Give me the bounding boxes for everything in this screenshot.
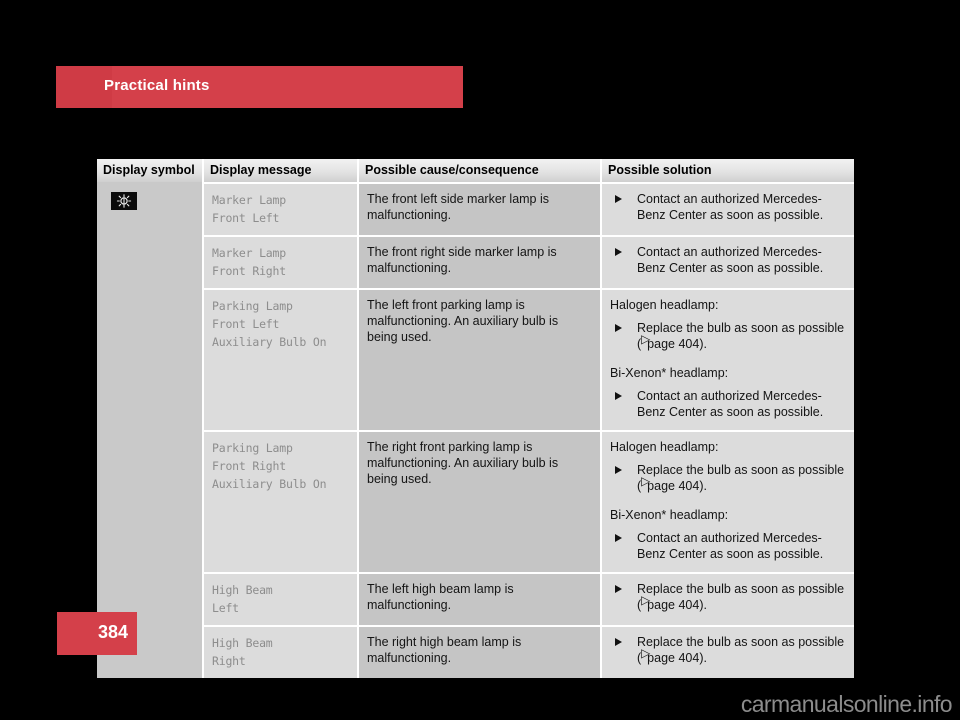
bullet-triangle-icon	[615, 466, 622, 474]
possible-solution-cell: Replace the bulb as soon as possible (pa…	[601, 625, 854, 678]
table-row: High Beam Left The left high beam lamp is …	[97, 572, 854, 626]
display-message-cell: Marker Lamp Front Left	[203, 182, 359, 236]
possible-cause-text: The right front parking lamp is malfunct…	[367, 440, 559, 486]
possible-cause-cell: The right front parking lamp is malfunct…	[358, 430, 602, 573]
section-title: Practical hints	[104, 77, 210, 94]
possible-solution-cell: Halogen headlamp: Replace the bulb as soo…	[601, 430, 854, 573]
page-number-badge: 384	[57, 612, 137, 655]
solution-bullet-item: Contact an authorized Mercedes-Benz Cent…	[610, 530, 846, 562]
column-header-possible-solution: Possible solution	[601, 159, 854, 183]
display-message-line: Marker Lamp	[212, 193, 286, 207]
solution-text-tail: ).	[699, 479, 707, 493]
table-row: High Beam Right The right high beam lamp i…	[97, 625, 854, 678]
solution-bullet-item: Contact an authorized Mercedes-Benz Cent…	[610, 191, 846, 223]
page-reference-triangle-icon	[641, 475, 650, 490]
table-row: Marker Lamp Front Right The front right si…	[97, 235, 854, 289]
solution-bullet-item: Replace the bulb as soon as possible (pa…	[610, 320, 846, 352]
page-number: 384	[97, 622, 128, 642]
possible-cause-text: The front right side marker lamp is malf…	[367, 245, 557, 275]
display-message-line: High Beam	[212, 583, 273, 597]
solution-bullet-item: Contact an authorized Mercedes-Benz Cent…	[610, 244, 846, 276]
display-message-line: Right	[212, 654, 246, 668]
display-message-cell: Marker Lamp Front Right	[203, 235, 359, 289]
solution-bullet-item: Contact an authorized Mercedes-Benz Cent…	[610, 388, 846, 420]
bullet-triangle-icon	[615, 585, 622, 593]
page-reference-link[interactable]: page 404	[647, 479, 699, 493]
solution-text: Contact an authorized Mercedes-Benz Cent…	[637, 531, 824, 561]
page-reference-link[interactable]: page 404	[647, 337, 699, 351]
column-header-possible-cause: Possible cause/consequence	[358, 159, 602, 183]
display-message-line: Front Left	[212, 317, 280, 331]
possible-cause-text: The right high beam lamp is malfunctioni…	[367, 635, 522, 665]
possible-solution-cell: Replace the bulb as soon as possible (pa…	[601, 572, 854, 626]
display-message-line: Marker Lamp	[212, 246, 286, 260]
possible-cause-cell: The right high beam lamp is malfunctioni…	[358, 625, 602, 678]
solution-group-label: Halogen headlamp:	[610, 440, 719, 454]
column-header-display-message: Display message	[203, 159, 359, 183]
solution-text-tail: ).	[699, 337, 707, 351]
possible-cause-text: The left front parking lamp is malfuncti…	[367, 298, 559, 344]
display-symbol-cell	[97, 182, 204, 678]
possible-cause-cell: The left high beam lamp is malfunctionin…	[358, 572, 602, 626]
bullet-triangle-icon	[615, 195, 622, 203]
solution-text: Contact an authorized Mercedes-Benz Cent…	[637, 192, 824, 222]
page-reference-triangle-icon	[641, 647, 650, 662]
solution-bullet-item: Replace the bulb as soon as possible (pa…	[610, 581, 846, 613]
bullet-triangle-icon	[615, 392, 622, 400]
page-reference-link[interactable]: page 404	[647, 598, 699, 612]
display-message-line: Left	[212, 601, 239, 615]
possible-cause-cell: The front right side marker lamp is malf…	[358, 235, 602, 289]
solution-group-label: Bi-Xenon* headlamp:	[610, 366, 729, 380]
marker-lamp-indicator-icon	[111, 192, 137, 210]
section-header-banner: Practical hints	[56, 66, 463, 108]
table-row: Marker Lamp Front Left The front left side…	[97, 182, 854, 678]
display-messages-table: Display symbol Display message Possible …	[97, 159, 854, 678]
possible-cause-text: The front left side marker lamp is malfu…	[367, 192, 550, 222]
site-watermark: carmanualsonline.info	[740, 691, 953, 717]
possible-solution-cell: Halogen headlamp: Replace the bulb as soo…	[601, 288, 854, 431]
table-row: Parking Lamp Front Left Auxiliary Bulb On T…	[97, 288, 854, 431]
page-reference-link[interactable]: page 404	[647, 651, 699, 665]
possible-solution-cell: Contact an authorized Mercedes-Benz Cent…	[601, 235, 854, 289]
possible-cause-cell: The left front parking lamp is malfuncti…	[358, 288, 602, 431]
solution-group-label: Halogen headlamp:	[610, 298, 719, 312]
display-message-cell: High Beam Left	[203, 572, 359, 626]
table-body: Marker Lamp Front Left The front left side…	[97, 182, 854, 678]
display-message-cell: High Beam Right	[203, 625, 359, 678]
display-message-line: Auxiliary Bulb On	[212, 477, 327, 491]
display-message-line: Parking Lamp	[212, 441, 293, 455]
display-message-line: Parking Lamp	[212, 299, 293, 313]
solution-text-tail: ).	[699, 598, 707, 612]
column-header-display-symbol: Display symbol	[97, 159, 204, 183]
page-reference-triangle-icon	[641, 594, 650, 609]
table-header-row: Display symbol Display message Possible …	[97, 159, 854, 183]
possible-solution-cell: Contact an authorized Mercedes-Benz Cent…	[601, 182, 854, 236]
solution-text: Contact an authorized Mercedes-Benz Cent…	[637, 389, 824, 419]
solution-text: Contact an authorized Mercedes-Benz Cent…	[637, 245, 824, 275]
display-message-line: Front Left	[212, 211, 280, 225]
solution-bullet-item: Replace the bulb as soon as possible (pa…	[610, 634, 846, 666]
display-message-line: Front Right	[212, 459, 286, 473]
display-message-line: Auxiliary Bulb On	[212, 335, 327, 349]
solution-text-tail: ).	[699, 651, 707, 665]
possible-cause-text: The left high beam lamp is malfunctionin…	[367, 582, 514, 612]
bullet-triangle-icon	[615, 324, 622, 332]
bullet-triangle-icon	[615, 248, 622, 256]
display-message-line: High Beam	[212, 636, 273, 650]
display-message-cell: Parking Lamp Front Left Auxiliary Bulb On	[203, 288, 359, 431]
solution-group-label: Bi-Xenon* headlamp:	[610, 508, 729, 522]
bullet-triangle-icon	[615, 534, 622, 542]
page-reference-triangle-icon	[641, 333, 650, 348]
table-row: Parking Lamp Front Right Auxiliary Bulb On…	[97, 430, 854, 573]
bullet-triangle-icon	[615, 638, 622, 646]
possible-cause-cell: The front left side marker lamp is malfu…	[358, 182, 602, 236]
display-message-line: Front Right	[212, 264, 286, 278]
display-message-cell: Parking Lamp Front Right Auxiliary Bulb On	[203, 430, 359, 573]
solution-bullet-item: Replace the bulb as soon as possible (pa…	[610, 462, 846, 494]
